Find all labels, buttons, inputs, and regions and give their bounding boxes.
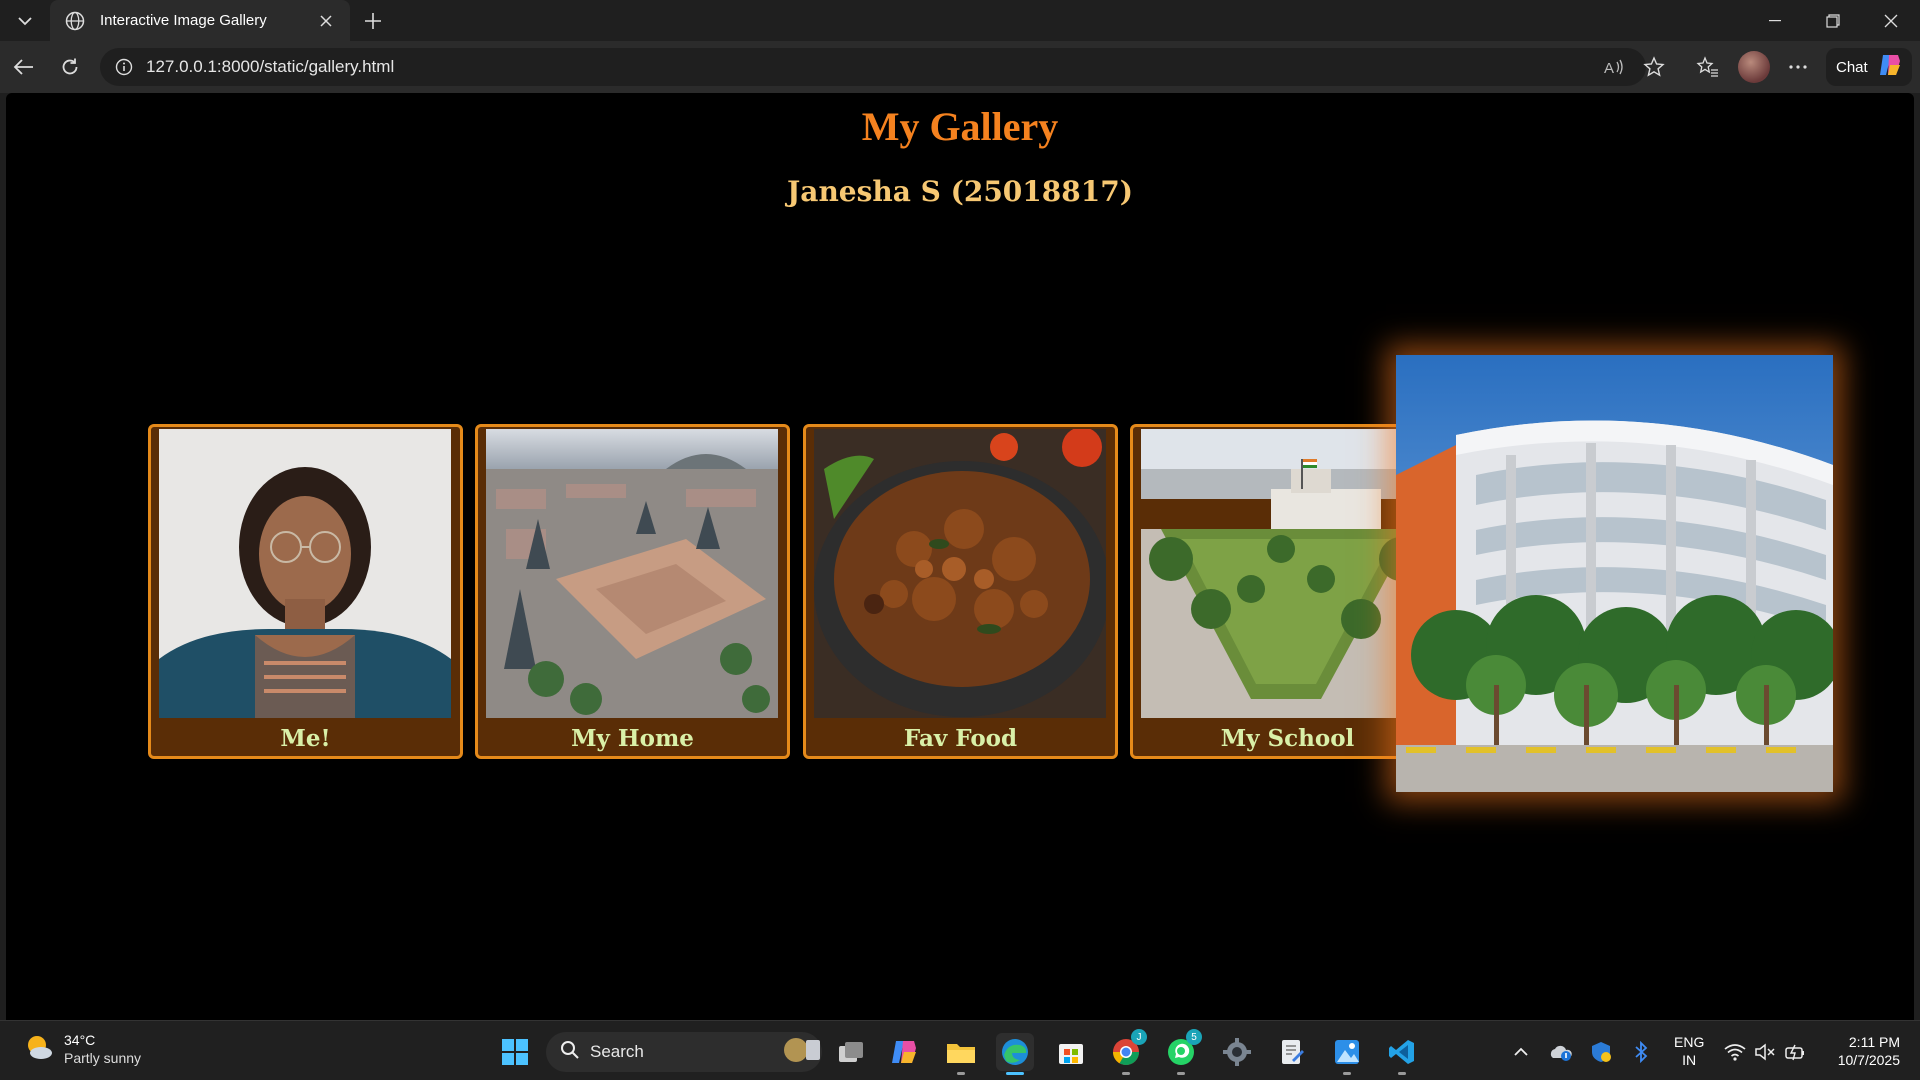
weather-temperature: 34°C — [64, 1032, 96, 1048]
browser-tab-bar: Interactive Image Gallery — [0, 0, 1920, 41]
curry-bowl-photo[interactable] — [814, 429, 1106, 718]
clock-date: 10/7/2025 — [1837, 1052, 1900, 1068]
windows-start-icon[interactable] — [496, 1033, 534, 1071]
chrome-profile-badge: J — [1131, 1029, 1147, 1045]
site-info-icon[interactable] — [112, 55, 136, 79]
gallery-card-me[interactable]: Me! — [148, 424, 463, 759]
more-options-icon[interactable] — [1782, 51, 1814, 83]
copilot-app-icon[interactable] — [886, 1033, 924, 1071]
show-hidden-icons-chevron-icon[interactable] — [1508, 1039, 1534, 1065]
back-arrow-icon[interactable] — [8, 51, 40, 83]
temple-city-aerial-photo[interactable] — [486, 429, 778, 718]
copilot-chat-button[interactable]: Chat — [1826, 48, 1912, 86]
reload-icon[interactable] — [54, 51, 86, 83]
chat-label: Chat — [1836, 58, 1868, 76]
browser-toolbar: 127.0.0.1:8000/static/gallery.html A Cha… — [0, 41, 1920, 93]
favorites-list-icon[interactable] — [1692, 51, 1724, 83]
page-subtitle: Janesha S (25018817) — [787, 175, 1133, 208]
card-label: Fav Food — [903, 725, 1018, 752]
windows-taskbar: 34°C Partly sunny Search J 5 ENG IN 2:11… — [0, 1020, 1920, 1080]
globe-icon — [64, 10, 86, 32]
document-editor-icon[interactable] — [1273, 1033, 1311, 1071]
page-viewport: My Gallery Janesha S (25018817) Me! My H… — [6, 93, 1914, 1020]
whatsapp-unread-badge: 5 — [1186, 1029, 1202, 1045]
wifi-icon[interactable] — [1722, 1039, 1748, 1065]
bluetooth-icon[interactable] — [1628, 1039, 1654, 1065]
read-aloud-icon[interactable]: A — [1598, 51, 1630, 83]
onedrive-status-icon[interactable] — [1548, 1039, 1574, 1065]
gallery-card-fav-food[interactable]: Fav Food — [803, 424, 1118, 759]
vscode-icon[interactable] — [1383, 1033, 1421, 1075]
portrait-photo[interactable] — [159, 429, 451, 718]
minimize-icon[interactable] — [1746, 0, 1804, 41]
tab-close-icon[interactable] — [316, 11, 336, 31]
whatsapp-icon[interactable]: 5 — [1162, 1029, 1202, 1075]
settings-gear-icon[interactable] — [1218, 1033, 1256, 1071]
gallery-card-my-home[interactable]: My Home — [475, 424, 790, 759]
favorite-star-icon[interactable] — [1638, 51, 1670, 83]
task-view-icon[interactable] — [832, 1033, 870, 1071]
search-label: Search — [590, 1042, 644, 1061]
weather-description: Partly sunny — [64, 1050, 142, 1066]
tab-list-chevron-icon[interactable] — [10, 8, 40, 34]
school-campus-photo[interactable] — [1141, 429, 1433, 718]
tab-title: Interactive Image Gallery — [100, 12, 267, 29]
close-window-icon[interactable] — [1862, 0, 1920, 41]
search-highlight-icon — [782, 1036, 822, 1069]
taskbar-search-box[interactable]: Search — [546, 1032, 822, 1072]
weather-widget[interactable]: 34°C Partly sunny — [24, 1031, 141, 1067]
card-label: My Home — [571, 725, 694, 752]
file-explorer-icon[interactable] — [942, 1033, 980, 1075]
search-icon — [560, 1040, 580, 1065]
address-bar[interactable]: 127.0.0.1:8000/static/gallery.html A — [100, 48, 1646, 86]
svg-text:A: A — [1604, 60, 1614, 76]
page-title: My Gallery — [861, 104, 1059, 149]
language-region: IN — [1682, 1052, 1697, 1068]
profile-avatar[interactable] — [1738, 51, 1770, 83]
system-clock[interactable]: 2:11 PM 10/7/2025 — [1822, 1033, 1900, 1069]
clock-time: 2:11 PM — [1848, 1034, 1900, 1050]
new-tab-plus-icon[interactable] — [358, 6, 388, 36]
microsoft-store-icon[interactable] — [1052, 1033, 1090, 1071]
security-shield-icon[interactable] — [1588, 1039, 1614, 1065]
language-code: ENG — [1674, 1034, 1705, 1050]
photos-app-icon[interactable] — [1328, 1033, 1366, 1075]
copilot-icon — [1876, 51, 1904, 84]
zoomed-school-building-image[interactable] — [1396, 355, 1833, 792]
card-label: Me! — [280, 725, 331, 752]
url-text[interactable]: 127.0.0.1:8000/static/gallery.html — [146, 57, 1646, 77]
chrome-icon[interactable]: J — [1107, 1029, 1147, 1075]
partly-sunny-icon — [24, 1032, 54, 1067]
battery-charging-icon[interactable] — [1782, 1039, 1808, 1065]
volume-muted-icon[interactable] — [1752, 1039, 1778, 1065]
restore-icon[interactable] — [1804, 0, 1862, 41]
input-language-indicator[interactable]: ENG IN — [1674, 1033, 1704, 1069]
edge-browser-icon[interactable] — [996, 1033, 1034, 1075]
browser-tab-active[interactable]: Interactive Image Gallery — [50, 0, 350, 41]
